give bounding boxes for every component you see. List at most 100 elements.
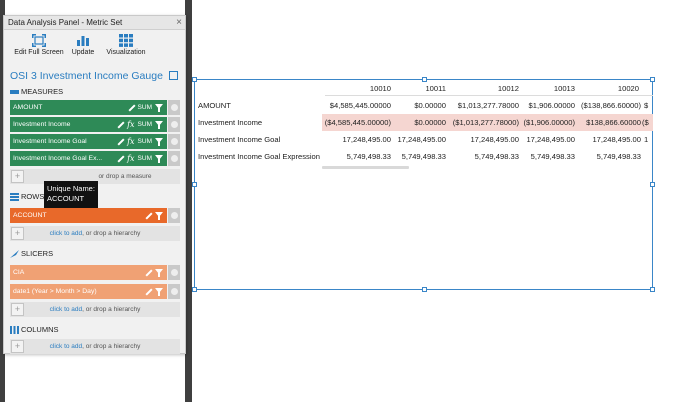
- add-icon[interactable]: +: [11, 340, 24, 353]
- panel-toolbar: Edit Full Screen Update Visualization: [4, 30, 185, 66]
- remove-icon[interactable]: [168, 284, 180, 299]
- rows-drop-zone[interactable]: + click to add, or drop a hierarchy: [10, 226, 180, 241]
- table-cell: $4,585,445.00000: [329, 101, 391, 110]
- formula-icon[interactable]: fx: [127, 117, 134, 132]
- row-label[interactable]: Investment Income: [198, 114, 262, 131]
- pencil-icon[interactable]: [144, 269, 152, 277]
- edit-full-screen-label: Edit Full Screen: [14, 49, 64, 56]
- table-cell: 17,248,495.00: [397, 135, 446, 144]
- pencil-icon[interactable]: [116, 155, 124, 163]
- sort-filter-icon[interactable]: [155, 103, 165, 112]
- remove-icon[interactable]: [168, 208, 180, 223]
- row-label[interactable]: Investment Income Goal: [198, 131, 280, 148]
- table-cell: ($4,585,445.00000): [324, 118, 391, 127]
- slicers-drop-zone[interactable]: + click to add, or drop a hierarchy: [10, 302, 180, 317]
- grid-header-row: 10010 10011 10012 10013 10020: [195, 82, 653, 95]
- columns-drop-zone[interactable]: + click to add, or drop a hierarchy: [10, 339, 180, 354]
- column-header[interactable]: 10013: [519, 82, 575, 95]
- measure-item[interactable]: Investment Income Goal Ex... fx SUM: [10, 151, 180, 166]
- formula-icon[interactable]: fx: [127, 151, 134, 166]
- add-icon[interactable]: +: [11, 170, 24, 183]
- sort-filter-icon[interactable]: [155, 287, 165, 296]
- measure-item[interactable]: Investment Income Goal fx SUM: [10, 134, 180, 149]
- row-hierarchy-item[interactable]: ACCOUNT: [10, 208, 180, 223]
- sort-filter-icon[interactable]: [155, 268, 165, 277]
- edit-full-screen-button[interactable]: Edit Full Screen: [10, 34, 68, 56]
- aggregation-label[interactable]: SUM: [138, 151, 152, 166]
- aggregation-label[interactable]: SUM: [138, 100, 152, 115]
- remove-icon[interactable]: [168, 134, 180, 149]
- resize-handle-s[interactable]: [422, 287, 427, 292]
- table-cell: 17,248,495.00: [470, 135, 519, 144]
- tooltip-value: ACCOUNT: [47, 194, 85, 203]
- column-header[interactable]: 10012: [446, 82, 519, 95]
- knife-icon: [10, 250, 19, 258]
- rows-click-to-add-link[interactable]: click to add: [50, 230, 83, 237]
- table-row: Investment Income Goal 17,248,495.00 17,…: [195, 131, 653, 148]
- panel-title: Data Analysis Panel - Metric Set: [8, 18, 123, 27]
- pencil-icon[interactable]: [116, 138, 124, 146]
- measure-item[interactable]: AMOUNT SUM: [10, 100, 180, 115]
- sort-filter-icon[interactable]: [155, 120, 165, 129]
- update-button[interactable]: Update: [68, 34, 98, 56]
- add-icon[interactable]: +: [11, 227, 24, 240]
- add-icon[interactable]: +: [11, 303, 24, 316]
- visualization-label: Visualization: [106, 49, 146, 56]
- pencil-icon[interactable]: [144, 288, 152, 296]
- remove-icon[interactable]: [168, 117, 180, 132]
- ruler-icon: [10, 90, 19, 94]
- slicers-heading-label: SLICERS: [21, 249, 54, 258]
- formula-icon[interactable]: fx: [127, 134, 134, 149]
- slicer-label: date1 (Year > Month > Day): [13, 288, 97, 295]
- panel-titlebar[interactable]: Data Analysis Panel - Metric Set ×: [4, 16, 185, 30]
- aggregation-label[interactable]: SUM: [138, 134, 152, 149]
- rows-heading-label: ROWS: [21, 192, 45, 201]
- metric-set-title: OSI 3 Investment Income Gauge: [4, 69, 185, 83]
- table-row: AMOUNT $4,585,445.00000 $0.00000 $1,013,…: [195, 97, 653, 114]
- expand-icon: [32, 34, 46, 47]
- slicer-item[interactable]: date1 (Year > Month > Day): [10, 284, 180, 299]
- update-label: Update: [71, 49, 95, 56]
- sort-filter-icon[interactable]: [155, 154, 165, 163]
- table-cell: 5,749,498.33: [596, 152, 641, 161]
- column-header[interactable]: 10011: [391, 82, 446, 95]
- visualization-button[interactable]: Visualization: [102, 34, 150, 56]
- remove-icon[interactable]: [168, 100, 180, 115]
- measures-heading-label: MEASURES: [21, 87, 64, 96]
- pencil-icon[interactable]: [116, 121, 124, 129]
- edit-title-icon[interactable]: [168, 71, 178, 80]
- table-cell: $138,866.60000: [586, 118, 641, 127]
- pencil-icon[interactable]: [144, 212, 152, 220]
- columns-click-to-add-link[interactable]: click to add: [50, 343, 83, 350]
- column-header[interactable]: 10010: [325, 82, 391, 95]
- unique-name-tooltip: Unique Name: ACCOUNT: [44, 181, 98, 208]
- aggregation-label[interactable]: SUM: [138, 117, 152, 132]
- sort-filter-icon[interactable]: [155, 211, 165, 220]
- slicer-item[interactable]: CIA: [10, 265, 180, 280]
- sort-filter-icon[interactable]: [155, 137, 165, 146]
- resize-handle-w[interactable]: [192, 182, 197, 187]
- table-cell: 5,749,498.33: [401, 152, 446, 161]
- measures-heading: MEASURES: [4, 86, 185, 98]
- resize-handle-sw[interactable]: [192, 287, 197, 292]
- pencil-icon[interactable]: [127, 104, 135, 112]
- table-cell: ($1,013,277.78000): [452, 118, 519, 127]
- remove-icon[interactable]: [168, 265, 180, 280]
- table-cell: 1: [644, 135, 649, 144]
- row-label[interactable]: AMOUNT: [198, 97, 231, 114]
- remove-icon[interactable]: [168, 151, 180, 166]
- slicers-heading: SLICERS: [4, 248, 185, 260]
- close-icon[interactable]: ×: [176, 16, 182, 30]
- resize-handle-e[interactable]: [650, 182, 655, 187]
- table-cell: 5,749,498.33: [346, 152, 391, 161]
- table-cell: ($138,866.60000): [581, 101, 641, 110]
- metric-set-name: OSI 3 Investment Income Gauge: [10, 70, 163, 82]
- row-label[interactable]: Investment Income Goal Expression: [198, 148, 320, 165]
- measure-item[interactable]: Investment Income fx SUM: [10, 117, 180, 132]
- slicers-click-to-add-link[interactable]: click to add: [50, 306, 83, 313]
- resize-handle-se[interactable]: [650, 287, 655, 292]
- column-header[interactable]: 10020: [575, 82, 639, 95]
- measure-label: Investment Income Goal Ex...: [13, 155, 103, 162]
- horizontal-scrollbar[interactable]: [322, 166, 409, 169]
- slicers-drop-text: , or drop a hierarchy: [82, 306, 141, 313]
